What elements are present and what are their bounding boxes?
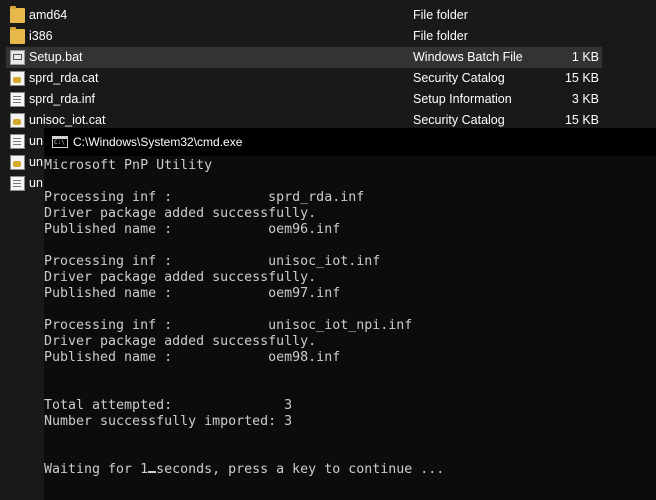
file-type: File folder xyxy=(413,29,468,43)
console-line: Processing inf : unisoc_iot.inf xyxy=(44,254,381,269)
inf-file-icon xyxy=(10,92,25,107)
console-line: Processing inf : unisoc_iot_npi.inf xyxy=(44,318,413,333)
folder-icon xyxy=(10,27,25,44)
file-name: sprd_rda.inf xyxy=(29,92,96,106)
file-type: Windows Batch File xyxy=(413,50,523,64)
prompt-text-start: Waiting for 1 xyxy=(44,462,149,477)
console-line: Published name : oem96.inf xyxy=(44,222,341,237)
file-name: un xyxy=(29,176,43,190)
file-size: 15 KB xyxy=(564,71,599,85)
file-row-i386[interactable]: i386 File folder xyxy=(6,26,602,47)
console-line: Driver package added successfully. xyxy=(44,270,317,285)
file-name: un xyxy=(29,155,43,169)
file-name: Setup.bat xyxy=(29,50,83,64)
cmd-app-icon: C:\ xyxy=(52,136,68,148)
file-type: Security Catalog xyxy=(413,71,505,85)
console-line: Total attempted: 3 xyxy=(44,398,293,413)
catalog-file-icon xyxy=(10,71,25,86)
file-type: Setup Information xyxy=(413,92,512,106)
window-title: C:\Windows\System32\cmd.exe xyxy=(73,135,243,149)
console-line: Number successfully imported: 3 xyxy=(44,414,293,429)
file-row-sprd-rda-cat[interactable]: sprd_rda.cat Security Catalog 15 KB xyxy=(6,68,602,89)
cmd-window[interactable]: C:\ C:\Windows\System32\cmd.exe Microsof… xyxy=(44,128,656,500)
file-size: 3 KB xyxy=(571,92,599,106)
console-line: Published name : oem98.inf xyxy=(44,350,341,365)
cmd-titlebar[interactable]: C:\ C:\Windows\System32\cmd.exe xyxy=(44,128,656,156)
console-line: Driver package added successfully. xyxy=(44,206,317,221)
catalog-file-icon xyxy=(10,155,25,170)
console-line: Driver package added successfully. xyxy=(44,334,317,349)
console-output[interactable]: Microsoft PnP Utility Processing inf : s… xyxy=(44,158,444,478)
file-row-setup-bat[interactable]: Setup.bat Windows Batch File 1 KB xyxy=(6,47,602,68)
file-row-sprd-rda-inf[interactable]: sprd_rda.inf Setup Information 3 KB xyxy=(6,89,602,110)
prompt-text-end: seconds, press a key to continue ... xyxy=(156,462,445,477)
file-type: File folder xyxy=(413,8,468,22)
console-line: Processing inf : sprd_rda.inf xyxy=(44,190,365,205)
file-size: 1 KB xyxy=(571,50,599,64)
inf-file-icon xyxy=(10,176,25,191)
text-cursor xyxy=(148,471,157,473)
console-line: Microsoft PnP Utility xyxy=(44,158,213,173)
file-name: sprd_rda.cat xyxy=(29,71,99,85)
file-name: amd64 xyxy=(29,8,68,22)
prompt-line: Waiting for 1 seconds, press a key to con… xyxy=(44,462,444,477)
catalog-file-icon xyxy=(10,113,25,128)
file-row-amd64[interactable]: amd64 File folder xyxy=(6,5,602,26)
console-line: Published name : oem97.inf xyxy=(44,286,341,301)
inf-file-icon xyxy=(10,134,25,149)
file-name: i386 xyxy=(29,29,53,43)
folder-icon xyxy=(10,6,25,23)
bat-file-icon xyxy=(10,50,25,65)
cmd-icon-label: C:\ xyxy=(54,139,65,146)
file-name: un xyxy=(29,134,43,148)
